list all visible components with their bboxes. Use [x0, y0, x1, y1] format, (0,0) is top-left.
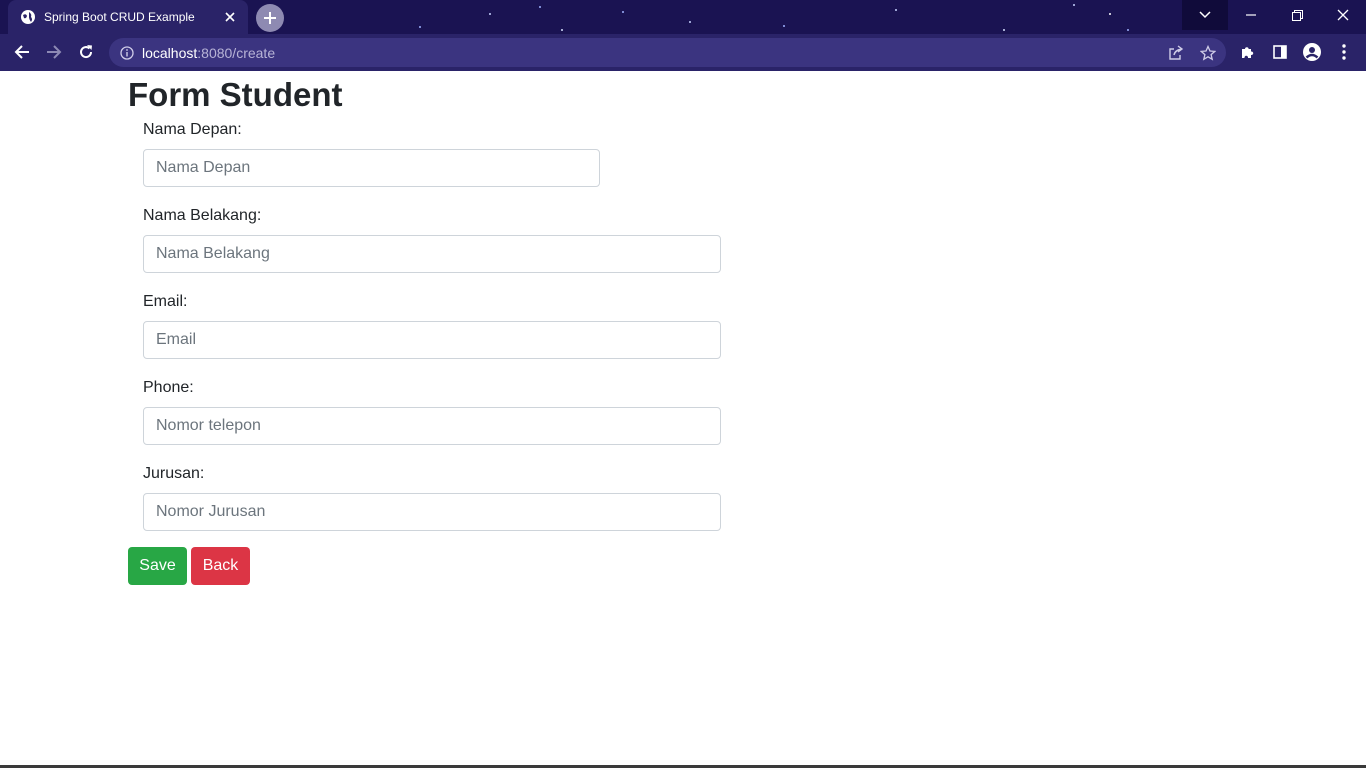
new-tab-button[interactable]: [256, 4, 284, 32]
share-icon[interactable]: [1167, 44, 1185, 62]
plus-icon: [263, 11, 277, 25]
url-text[interactable]: localhost:8080/create: [142, 45, 275, 61]
arrow-left-icon: [14, 44, 30, 60]
save-button[interactable]: Save: [128, 547, 187, 585]
arrow-right-icon: [46, 44, 62, 60]
browser-chrome: Spring Boot CRUD Example localhost:8080/…: [0, 0, 1366, 71]
back-button[interactable]: [7, 37, 37, 67]
globe-icon: [20, 9, 36, 25]
first-name-input[interactable]: [143, 149, 600, 187]
minimize-icon: [1246, 14, 1256, 16]
reload-icon: [78, 44, 94, 60]
tab-title: Spring Boot CRUD Example: [44, 10, 195, 24]
page-content: Form Student Nama Depan: Nama Belakang: …: [0, 71, 1366, 768]
forward-button[interactable]: [39, 37, 69, 67]
phone-label: Phone:: [143, 379, 194, 396]
url-path: :8080/create: [197, 44, 276, 61]
first-name-label: Nama Depan:: [143, 121, 242, 138]
info-icon[interactable]: [120, 45, 134, 60]
last-name-input[interactable]: [143, 235, 721, 273]
star-icon[interactable]: [1199, 44, 1217, 62]
back-button[interactable]: Back: [191, 547, 250, 585]
chevron-down-icon: [1199, 11, 1211, 19]
side-panel-icon[interactable]: [1270, 42, 1290, 62]
email-input[interactable]: [143, 321, 721, 359]
browser-toolbar: localhost:8080/create: [0, 34, 1366, 71]
last-name-label: Nama Belakang:: [143, 207, 262, 224]
major-input[interactable]: [143, 493, 721, 531]
page-title: Form Student: [128, 76, 343, 113]
puzzle-icon[interactable]: [1238, 42, 1258, 62]
profile-icon[interactable]: [1302, 42, 1322, 62]
browser-tab[interactable]: Spring Boot CRUD Example: [8, 0, 248, 34]
tab-strip: Spring Boot CRUD Example: [0, 0, 1366, 34]
email-label: Email:: [143, 293, 188, 310]
close-icon[interactable]: [222, 9, 238, 25]
tab-search-button[interactable]: [1182, 0, 1228, 30]
major-label: Jurusan:: [143, 465, 205, 482]
restore-icon: [1291, 9, 1303, 21]
address-bar[interactable]: localhost:8080/create: [109, 38, 1226, 67]
url-host: localhost: [142, 44, 198, 61]
kebab-menu-icon[interactable]: [1334, 42, 1354, 62]
phone-input[interactable]: [143, 407, 721, 445]
reload-button[interactable]: [71, 37, 101, 67]
minimize-button[interactable]: [1228, 0, 1274, 30]
close-icon: [1337, 9, 1349, 21]
restore-button[interactable]: [1274, 0, 1320, 30]
close-window-button[interactable]: [1320, 0, 1366, 30]
